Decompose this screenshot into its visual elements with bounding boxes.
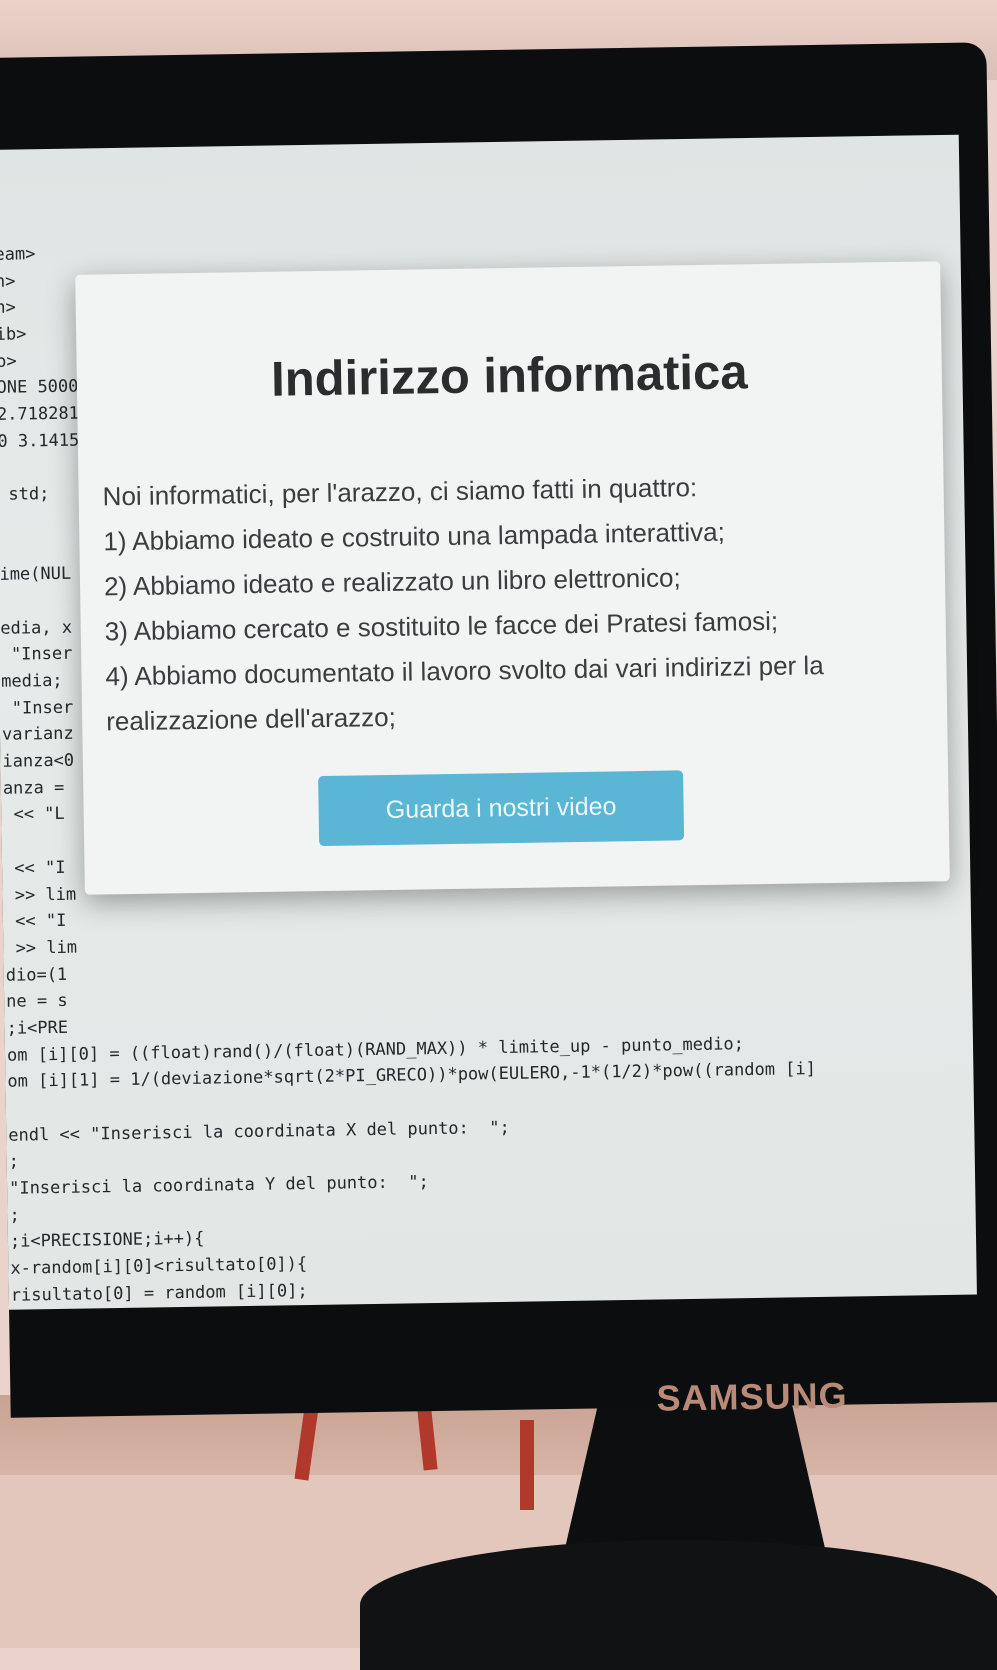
modal-title: Indirizzo informatica	[270, 345, 748, 407]
modal-body: Noi informatici, per l'arazzo, ci siamo …	[102, 462, 926, 745]
chair-leg	[520, 1420, 534, 1510]
brand-logo: SAMSUNG	[656, 1374, 848, 1419]
modal-paragraph: 4) Abbiamo documentato il lavoro svolto …	[105, 650, 824, 737]
watch-videos-button[interactable]: Guarda i nostri video	[318, 770, 685, 847]
info-modal: Indirizzo informatica Noi informatici, p…	[75, 261, 950, 895]
monitor-base	[360, 1540, 997, 1670]
